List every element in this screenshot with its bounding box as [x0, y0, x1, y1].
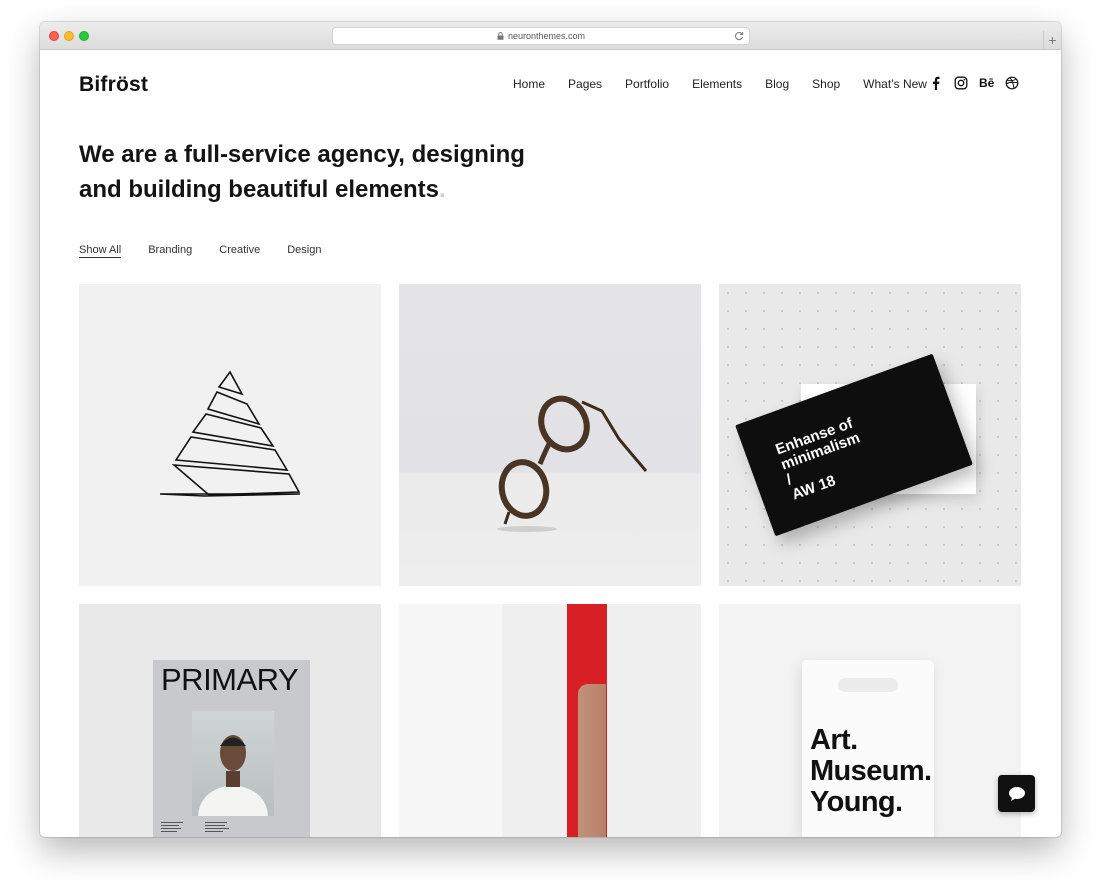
magazine-portrait-image	[192, 711, 274, 816]
nav-blog[interactable]: Blog	[765, 77, 789, 91]
site-logo[interactable]: Bifröst	[79, 73, 148, 97]
filter-branding[interactable]: Branding	[148, 244, 192, 258]
facebook-icon[interactable]	[929, 76, 943, 90]
bag-line-3: Young.	[810, 786, 903, 818]
filter-creative[interactable]: Creative	[219, 244, 260, 258]
portfolio-item-primary-magazine[interactable]: PRIMARY	[79, 604, 381, 837]
lock-icon	[497, 32, 504, 40]
nav-whats-new[interactable]: What’s New	[863, 77, 927, 91]
portfolio-item-red-dress[interactable]	[399, 604, 701, 837]
dribbble-icon[interactable]	[1005, 76, 1019, 90]
hero-line-2: and building beautiful elements	[79, 176, 440, 203]
filter-show-all[interactable]: Show All	[79, 244, 122, 258]
portfolio-item-museum-bag[interactable]: Art. Museum. Young.	[719, 604, 1021, 837]
browser-window: neuronthemes.com + Bifröst Home Pages Po…	[40, 22, 1061, 837]
social-links: Bē	[929, 76, 1019, 90]
chat-bubble-icon	[1008, 786, 1025, 801]
bag-line-1: Art.	[810, 724, 858, 756]
portfolio-filters: Show All Branding Creative Design	[79, 244, 348, 258]
main-nav: Home Pages Portfolio Elements Blog Shop …	[513, 77, 950, 91]
magazine-cover-image: PRIMARY	[153, 660, 310, 837]
wall-image	[399, 604, 502, 837]
address-bar[interactable]: neuronthemes.com	[332, 27, 750, 45]
portfolio-item-glasses[interactable]	[399, 284, 701, 586]
nav-pages[interactable]: Pages	[568, 77, 602, 91]
magazine-title: PRIMARY	[161, 662, 299, 697]
new-tab-button[interactable]: +	[1043, 31, 1061, 50]
nav-elements[interactable]: Elements	[692, 77, 742, 91]
bag-line-2: Museum.	[810, 755, 932, 787]
portfolio-item-minimalism-card[interactable]: Enhanse of minimalism / AW 18	[719, 284, 1021, 586]
minimize-window-button[interactable]	[64, 31, 74, 41]
chat-widget-button[interactable]	[998, 775, 1035, 812]
hero-heading: We are a full-service agency, designing …	[79, 137, 525, 207]
glasses-image	[497, 395, 648, 532]
zoom-window-button[interactable]	[79, 31, 89, 41]
shopping-bag-image: Art. Museum. Young.	[802, 660, 934, 837]
hero-period: .	[439, 176, 446, 203]
url-text: neuronthemes.com	[507, 31, 586, 41]
hero-line-1: We are a full-service agency, designing	[79, 141, 525, 168]
triangle-logo-image	[159, 370, 301, 497]
close-window-button[interactable]	[49, 31, 59, 41]
portfolio-item-triangle[interactable]	[79, 284, 381, 586]
black-card-image: Enhanse of minimalism / AW 18	[735, 353, 973, 537]
browser-titlebar: neuronthemes.com +	[40, 22, 1061, 50]
behance-icon[interactable]: Bē	[979, 76, 994, 90]
nav-portfolio[interactable]: Portfolio	[625, 77, 669, 91]
reload-icon[interactable]	[733, 30, 745, 42]
nav-shop[interactable]: Shop	[812, 77, 840, 91]
nav-home[interactable]: Home	[513, 77, 545, 91]
magazine-fine-print	[161, 822, 301, 835]
bag-text: Art. Museum. Young.	[810, 725, 932, 818]
arm-image	[578, 684, 606, 837]
bag-handle-image	[838, 678, 898, 692]
instagram-icon[interactable]	[954, 76, 968, 90]
filter-design[interactable]: Design	[287, 244, 321, 258]
